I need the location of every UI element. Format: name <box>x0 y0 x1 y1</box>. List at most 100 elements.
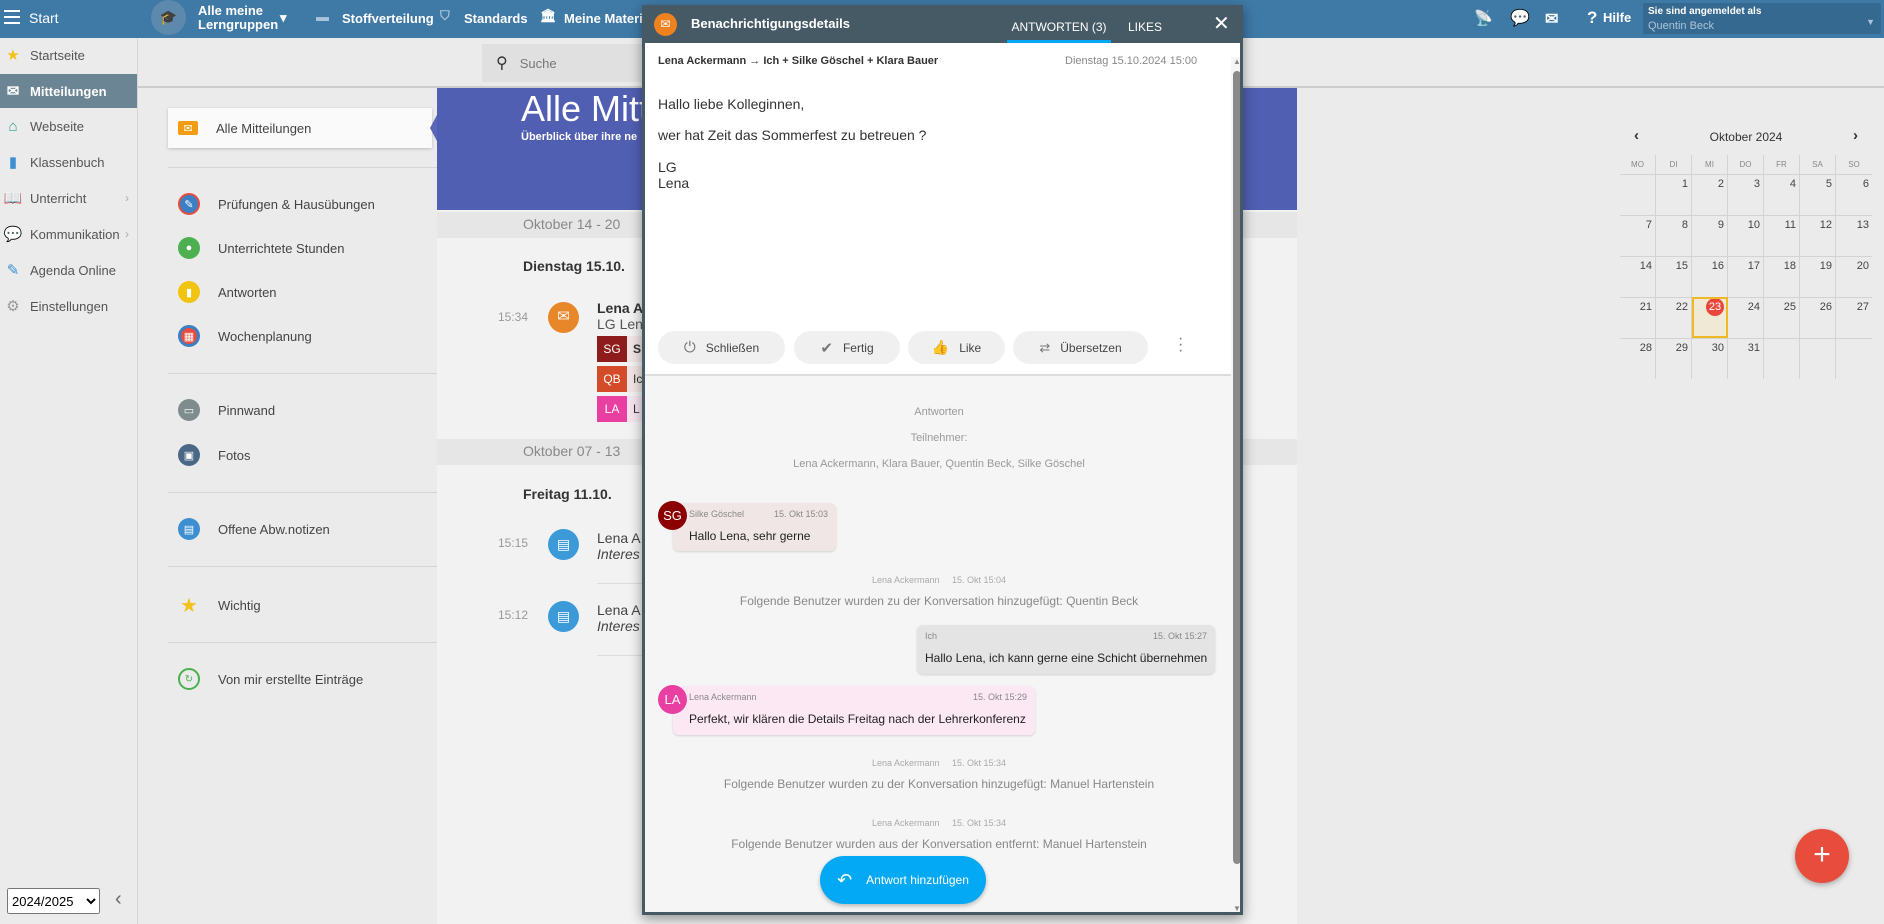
calendar-day[interactable]: 26 <box>1800 297 1836 338</box>
mail-icon[interactable]: ✉ <box>1545 9 1558 29</box>
calendar-day[interactable]: 16 <box>1692 256 1728 297</box>
stoffverteilung-link[interactable]: Stoffverteilung <box>342 11 434 26</box>
add-reply-button[interactable]: ↶ Antwort hinzufügen <box>820 856 986 904</box>
filter-von-mir[interactable]: ↻ Von mir erstellte Einträge <box>168 659 432 699</box>
system-author: Lena Ackermann <box>871 758 940 768</box>
more-options-icon[interactable]: · · · <box>1178 331 1183 359</box>
standards-link[interactable]: Standards <box>464 11 528 26</box>
calendar-day[interactable]: 7 <box>1620 215 1656 256</box>
star-icon: ★ <box>180 594 198 617</box>
scroll-down-icon[interactable]: ▼ <box>1231 904 1240 912</box>
filter-offene-abw[interactable]: ▤ Offene Abw.notizen <box>168 509 432 549</box>
calendar-day[interactable]: 31 <box>1728 338 1764 379</box>
calendar-day[interactable]: 21 <box>1620 297 1656 338</box>
calendar-day[interactable]: 22 <box>1656 297 1692 338</box>
calendar-day-empty <box>1800 338 1836 379</box>
scrollbar[interactable]: ▲ ▼ <box>1231 57 1240 912</box>
calendar-day[interactable]: 18 <box>1764 256 1800 297</box>
scrollbar-thumb[interactable] <box>1233 71 1240 864</box>
nav-klassenbuch[interactable]: ▮ Klassenbuch <box>0 145 137 179</box>
nav-startseite[interactable]: ★ Startseite <box>0 38 137 72</box>
tab-likes[interactable]: LIKES <box>1115 5 1175 43</box>
cast-icon[interactable]: 📡 <box>1474 9 1493 27</box>
nav-kommunikation[interactable]: 💬 Kommunikation › <box>0 217 137 251</box>
calendar-day[interactable]: 27 <box>1836 297 1872 338</box>
graduation-cap-icon[interactable]: 🎓 <box>151 0 186 35</box>
filter-pinnwand[interactable]: ▭ Pinnwand <box>168 390 432 430</box>
help-icon[interactable]: ? <box>1587 8 1597 28</box>
filter-unterrichtete-stunden[interactable]: ● Unterrichtete Stunden <box>168 228 432 268</box>
scroll-up-icon[interactable]: ▲ <box>1231 57 1240 66</box>
calendar-day[interactable]: 13 <box>1836 215 1872 256</box>
calendar-day[interactable]: 6 <box>1836 174 1872 215</box>
body-line: LG <box>658 159 677 175</box>
message-preview[interactable]: Interes <box>597 546 640 562</box>
calendar-day[interactable]: 12 <box>1800 215 1836 256</box>
close-button[interactable]: ⏻ Schließen <box>658 331 785 364</box>
next-month-icon[interactable]: › <box>1853 127 1858 144</box>
person-icon: ● <box>178 237 200 259</box>
filter-alle-mitteilungen[interactable]: ✉ Alle Mitteilungen <box>168 108 432 148</box>
chevron-down-icon[interactable]: ▾ <box>280 10 287 26</box>
like-button[interactable]: 👍 Like <box>908 331 1005 364</box>
search-input[interactable]: ⚲ Suche <box>482 44 647 82</box>
collapse-icon[interactable]: ‹ <box>115 888 122 911</box>
school-year-select[interactable]: 2024/2025 <box>7 888 100 914</box>
calendar-day[interactable]: 1 <box>1656 174 1692 215</box>
calendar-day[interactable]: 30 <box>1692 338 1728 379</box>
message-preview[interactable]: LG Len <box>597 316 643 332</box>
calendar-day[interactable]: 2 <box>1692 174 1728 215</box>
calendar-grid: 1 2 3 4 5 6 7 8 9 10 11 12 13 14 15 16 17 18 19 20 21 22 23 24 2… <box>1620 174 1872 379</box>
calendar-day[interactable]: 8 <box>1656 215 1692 256</box>
calendar-day[interactable]: 5 <box>1800 174 1836 215</box>
calendar-day[interactable]: 20 <box>1836 256 1872 297</box>
calendar-day[interactable]: 3 <box>1728 174 1764 215</box>
nav-unterricht[interactable]: 📖 Unterricht › <box>0 181 137 215</box>
materialien-link[interactable]: Meine Materia <box>564 11 650 26</box>
message-author[interactable]: Lena A <box>597 602 641 618</box>
menu-icon[interactable] <box>4 10 20 24</box>
filter-wichtig[interactable]: ★ Wichtig <box>168 585 432 625</box>
calendar-day[interactable]: 17 <box>1728 256 1764 297</box>
calendar-day[interactable]: 15 <box>1656 256 1692 297</box>
filter-antworten[interactable]: ▮ Antworten <box>168 272 432 312</box>
message-author[interactable]: Lena A <box>597 300 643 316</box>
filter-fotos[interactable]: ▣ Fotos <box>168 435 432 475</box>
tab-answers[interactable]: ANTWORTEN (3) <box>1007 5 1111 43</box>
user-menu[interactable]: Sie sind angemeldet als Quentin Beck ▼ <box>1643 3 1881 34</box>
day-number: 23 <box>1706 298 1724 316</box>
translate-icon: ⇄ <box>1039 339 1051 355</box>
avatar: LA <box>658 685 687 714</box>
message-author[interactable]: Lena A <box>597 530 641 546</box>
filter-pruefungen[interactable]: ✎ Prüfungen & Hausübungen <box>168 184 432 224</box>
group-selector[interactable]: Alle meine Lerngruppen <box>198 4 278 32</box>
add-button[interactable]: + <box>1795 829 1849 883</box>
button-label: Schließen <box>705 340 760 355</box>
calendar-day[interactable]: 4 <box>1764 174 1800 215</box>
close-icon[interactable]: ✕ <box>1213 11 1230 36</box>
month-calendar: ‹ Oktober 2024 › MO DI MI DO FR SA SO 12345678… <box>1620 125 1872 379</box>
calendar-day[interactable]: 28 <box>1620 338 1656 379</box>
calendar-day[interactable]: 14 <box>1620 256 1656 297</box>
nav-mitteilungen[interactable]: ✉ Mitteilungen <box>0 74 137 108</box>
calendar-day[interactable]: 29 <box>1656 338 1692 379</box>
calendar-day[interactable]: 25 <box>1764 297 1800 338</box>
calendar-day[interactable]: 10 <box>1728 215 1764 256</box>
help-link[interactable]: Hilfe <box>1603 10 1631 25</box>
day-number: 14 <box>1639 260 1652 272</box>
calendar-day[interactable]: 9 <box>1692 215 1728 256</box>
done-button[interactable]: ✔ Fertig <box>794 331 900 364</box>
message-preview[interactable]: Interes <box>597 618 640 634</box>
calendar-day[interactable]: 11 <box>1764 215 1800 256</box>
translate-button[interactable]: ⇄ Übersetzen <box>1013 331 1148 364</box>
start-label[interactable]: Start <box>29 10 59 26</box>
nav-agenda[interactable]: ✎ Agenda Online <box>0 253 137 287</box>
nav-einstellungen[interactable]: ⚙ Einstellungen <box>0 289 137 323</box>
filter-wochenplanung[interactable]: ▦ Wochenplanung <box>168 316 432 356</box>
calendar-day-today[interactable]: 23 <box>1692 297 1728 338</box>
chat-icon[interactable]: 💬 <box>1510 8 1530 28</box>
clipboard-icon: ▤ <box>178 518 200 540</box>
calendar-day[interactable]: 19 <box>1800 256 1836 297</box>
nav-webseite[interactable]: ⌂ Webseite <box>0 109 137 143</box>
calendar-day[interactable]: 24 <box>1728 297 1764 338</box>
